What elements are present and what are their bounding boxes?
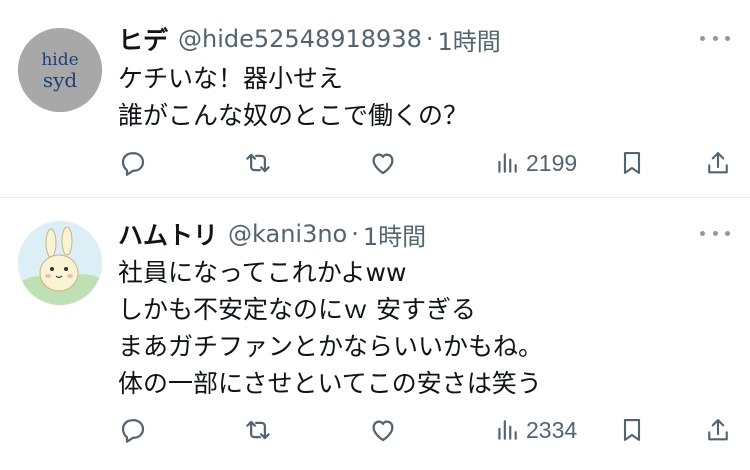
- separator: ·: [425, 25, 434, 53]
- tweet-text-line: 社員になってこれかよww: [118, 258, 407, 287]
- user-handle[interactable]: @hide52548918938: [178, 25, 422, 53]
- avatar[interactable]: [18, 221, 102, 305]
- like-button[interactable]: [368, 413, 398, 447]
- avatar-image: hide syd: [18, 28, 102, 112]
- tweet-text-line: 誰がこんな奴のとこで働くの？: [118, 101, 469, 130]
- avatar-text-bottom: syd: [43, 68, 78, 92]
- bookmark-button[interactable]: [618, 413, 646, 447]
- avatar-text-top: hide: [41, 50, 78, 70]
- timestamp[interactable]: 1時間: [438, 22, 501, 57]
- tweet-text-line: まあガチファンとかならいいかもね。: [118, 332, 544, 361]
- like-button[interactable]: [368, 146, 398, 180]
- retweet-button[interactable]: [243, 146, 273, 180]
- separator: ·: [351, 220, 359, 248]
- bookmark-icon: [623, 152, 641, 174]
- tweet[interactable]: hide syd ヒデ @hide52548918938 · 1時間 ケチいな！…: [0, 0, 750, 198]
- views-count: 2199: [526, 149, 578, 176]
- heart-icon: [372, 153, 394, 175]
- reply-icon: [121, 419, 145, 443]
- views-count: 2334: [526, 416, 578, 443]
- views-button[interactable]: 2199: [494, 146, 577, 180]
- reply-icon: [121, 152, 145, 176]
- more-icon[interactable]: [700, 223, 730, 243]
- retweet-icon: [246, 420, 270, 440]
- action-bar: 2199: [118, 146, 732, 180]
- tweet-text-line: しかも不安定なのにｗ 安すぎる: [118, 295, 476, 324]
- display-name[interactable]: ハムトリ: [118, 216, 218, 252]
- bookmark-button[interactable]: [618, 146, 646, 180]
- user-handle[interactable]: @kani3no: [228, 220, 347, 248]
- tweet-text: ケチいな！器小せえ 誰がこんな奴のとこで働くの？: [118, 60, 730, 134]
- tweet-header: ヒデ @hide52548918938 · 1時間: [118, 22, 730, 56]
- share-icon: [708, 419, 728, 441]
- more-icon[interactable]: [700, 28, 730, 48]
- share-icon: [708, 152, 728, 174]
- action-bar: 2334: [118, 413, 732, 447]
- avatar-image: [18, 221, 102, 305]
- avatar[interactable]: hide syd: [18, 28, 102, 112]
- tweet-text-line: ケチいな！器小せえ: [118, 64, 344, 93]
- reply-button[interactable]: [118, 146, 148, 180]
- share-button[interactable]: [704, 413, 732, 447]
- views-button[interactable]: 2334: [494, 413, 577, 447]
- share-button[interactable]: [704, 146, 732, 180]
- retweet-icon: [246, 153, 270, 173]
- reply-button[interactable]: [118, 413, 148, 447]
- tweet-text-line: 体の一部にさせといてこの安さは笑う: [118, 369, 542, 398]
- heart-icon: [372, 420, 394, 442]
- tweet-header: ハムトリ @kani3no · 1時間: [118, 217, 730, 251]
- retweet-button[interactable]: [243, 413, 273, 447]
- display-name[interactable]: ヒデ: [118, 21, 168, 57]
- tweet[interactable]: ハムトリ @kani3no · 1時間 社員になってこれかよww しかも不安定な…: [0, 199, 750, 470]
- bookmark-icon: [623, 419, 641, 441]
- views-icon: [498, 153, 517, 173]
- timestamp[interactable]: 1時間: [363, 217, 426, 252]
- tweet-text: 社員になってこれかよww しかも不安定なのにｗ 安すぎる まあガチファンとかなら…: [118, 254, 730, 402]
- views-icon: [498, 420, 517, 440]
